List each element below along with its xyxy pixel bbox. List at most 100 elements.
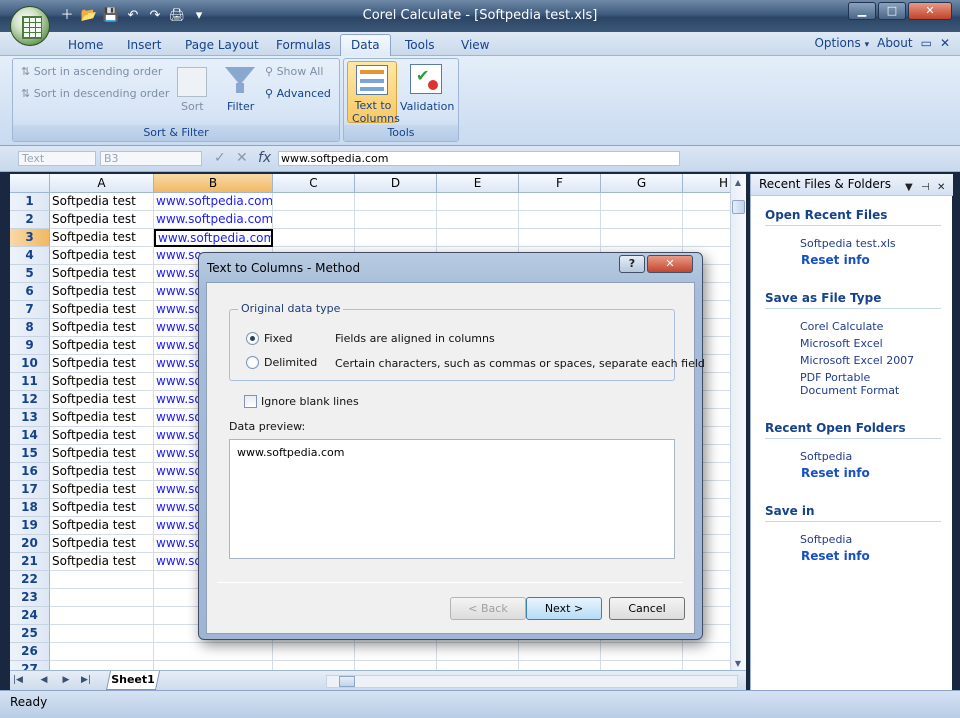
sort-ascending-button[interactable]: ⇅ Sort in ascending order — [21, 65, 162, 78]
minimize-button[interactable]: ▁ — [848, 2, 876, 20]
row-header[interactable]: 21 — [10, 553, 50, 571]
file-type-link[interactable]: Microsoft Excel 2007 — [800, 354, 940, 367]
row-header[interactable]: 22 — [10, 571, 50, 589]
cell-f27[interactable] — [519, 661, 601, 670]
next-sheet-icon[interactable]: ▶ — [60, 674, 72, 687]
cancel-icon[interactable]: ✕ — [236, 151, 248, 166]
row-header[interactable]: 27 — [10, 661, 50, 670]
cell-a11[interactable]: Softpedia test — [50, 373, 154, 391]
cell-c1[interactable] — [273, 193, 355, 211]
row-header[interactable]: 11 — [10, 373, 50, 391]
row-header[interactable]: 9 — [10, 337, 50, 355]
cell-a24[interactable] — [50, 607, 154, 625]
cell-a10[interactable]: Softpedia test — [50, 355, 154, 373]
vertical-scroll-thumb[interactable] — [732, 200, 745, 214]
reset-info-link[interactable]: Reset info — [801, 550, 941, 563]
cell-e3[interactable] — [437, 229, 519, 247]
app-menu-button[interactable] — [10, 6, 50, 46]
cell-a2[interactable]: Softpedia test — [50, 211, 154, 229]
cell-d2[interactable] — [355, 211, 437, 229]
fixed-label[interactable]: Fixed — [264, 332, 293, 345]
reset-info-link[interactable]: Reset info — [801, 254, 941, 267]
cell-a3[interactable]: Softpedia test — [50, 229, 154, 247]
row-header[interactable]: 15 — [10, 445, 50, 463]
column-header-f[interactable]: F — [519, 174, 601, 193]
cell-e2[interactable] — [437, 211, 519, 229]
cell-f3[interactable] — [519, 229, 601, 247]
row-header[interactable]: 26 — [10, 643, 50, 661]
tab-page-layout[interactable]: Page Layout — [185, 36, 259, 56]
cell-g2[interactable] — [601, 211, 683, 229]
tab-tools[interactable]: Tools — [405, 36, 435, 56]
row-header[interactable]: 2 — [10, 211, 50, 229]
save-in-folder-link[interactable]: Softpedia — [800, 533, 940, 546]
column-header-a[interactable]: A — [50, 174, 154, 193]
cell-f2[interactable] — [519, 211, 601, 229]
row-header[interactable]: 18 — [10, 499, 50, 517]
cell-d1[interactable] — [355, 193, 437, 211]
cell-a20[interactable]: Softpedia test — [50, 535, 154, 553]
cell-a18[interactable]: Softpedia test — [50, 499, 154, 517]
tab-formulas[interactable]: Formulas — [276, 36, 331, 56]
cell-a27[interactable] — [50, 661, 154, 670]
cell-c3[interactable] — [273, 229, 355, 247]
cell-g1[interactable] — [601, 193, 683, 211]
last-sheet-icon[interactable]: ▶| — [80, 674, 92, 687]
tab-view[interactable]: View — [461, 36, 489, 56]
filter-button[interactable]: Filter — [227, 100, 254, 113]
column-header-e[interactable]: E — [437, 174, 519, 193]
cell-c2[interactable] — [273, 211, 355, 229]
cell-a19[interactable]: Softpedia test — [50, 517, 154, 535]
cell-a17[interactable]: Softpedia test — [50, 481, 154, 499]
row-header[interactable]: 20 — [10, 535, 50, 553]
delimited-label[interactable]: Delimited — [264, 356, 317, 369]
accept-icon[interactable]: ✓ — [214, 151, 226, 166]
function-icon[interactable]: fx — [258, 151, 271, 166]
sort-button[interactable]: Sort — [181, 100, 204, 113]
cell-a1[interactable]: Softpedia test — [50, 193, 154, 211]
text-to-columns-button[interactable]: Text to Columns — [347, 61, 400, 125]
scroll-down-icon[interactable]: ▼ — [731, 659, 745, 668]
options-menu[interactable]: Options ▾ — [814, 36, 869, 50]
cell-a22[interactable] — [50, 571, 154, 589]
cell-c27[interactable] — [273, 661, 355, 670]
row-header[interactable]: 25 — [10, 625, 50, 643]
cell-e27[interactable] — [437, 661, 519, 670]
row-header[interactable]: 6 — [10, 283, 50, 301]
cell-a7[interactable]: Softpedia test — [50, 301, 154, 319]
cell-a13[interactable]: Softpedia test — [50, 409, 154, 427]
maximize-button[interactable]: □ — [878, 2, 906, 20]
recent-folder-link[interactable]: Softpedia — [800, 450, 940, 463]
scroll-up-icon[interactable]: ▲ — [731, 178, 745, 187]
cancel-button[interactable]: Cancel — [609, 597, 685, 620]
advanced-filter-button[interactable]: ⚲ Advanced — [265, 87, 331, 100]
panel-close-icon[interactable]: ✕ — [937, 177, 945, 198]
column-header-d[interactable]: D — [355, 174, 437, 193]
vertical-scrollbar[interactable]: ▲ ▼ — [730, 174, 746, 670]
dialog-help-button[interactable]: ? — [619, 255, 645, 273]
tab-insert[interactable]: Insert — [127, 36, 161, 56]
close-button[interactable]: ✕ — [908, 2, 952, 20]
row-header[interactable]: 3 — [10, 229, 50, 247]
cell-f26[interactable] — [519, 643, 601, 661]
doc-restore-icon[interactable]: ▭ — [921, 36, 932, 50]
back-button[interactable]: < Back — [450, 597, 526, 620]
select-all-corner[interactable] — [10, 174, 50, 193]
row-header[interactable]: 14 — [10, 427, 50, 445]
ignore-blank-lines-label[interactable]: Ignore blank lines — [261, 395, 359, 408]
ignore-blank-lines-checkbox[interactable] — [244, 395, 257, 408]
show-all-button[interactable]: ⚲ Show All — [265, 65, 323, 78]
row-header[interactable]: 10 — [10, 355, 50, 373]
row-header[interactable]: 8 — [10, 319, 50, 337]
tab-home[interactable]: Home — [68, 36, 103, 56]
style-box[interactable]: Text — [18, 151, 96, 166]
next-button[interactable]: Next > — [526, 597, 602, 620]
column-header-g[interactable]: G — [601, 174, 683, 193]
cell-d26[interactable] — [355, 643, 437, 661]
panel-pin-icon[interactable]: ⊣ — [921, 177, 930, 198]
panel-menu-icon[interactable]: ▼ — [905, 177, 913, 198]
row-header[interactable]: 24 — [10, 607, 50, 625]
row-header[interactable]: 5 — [10, 265, 50, 283]
prev-sheet-icon[interactable]: ◀ — [38, 674, 50, 687]
recent-file-link[interactable]: Softpedia test.xls — [800, 237, 940, 250]
